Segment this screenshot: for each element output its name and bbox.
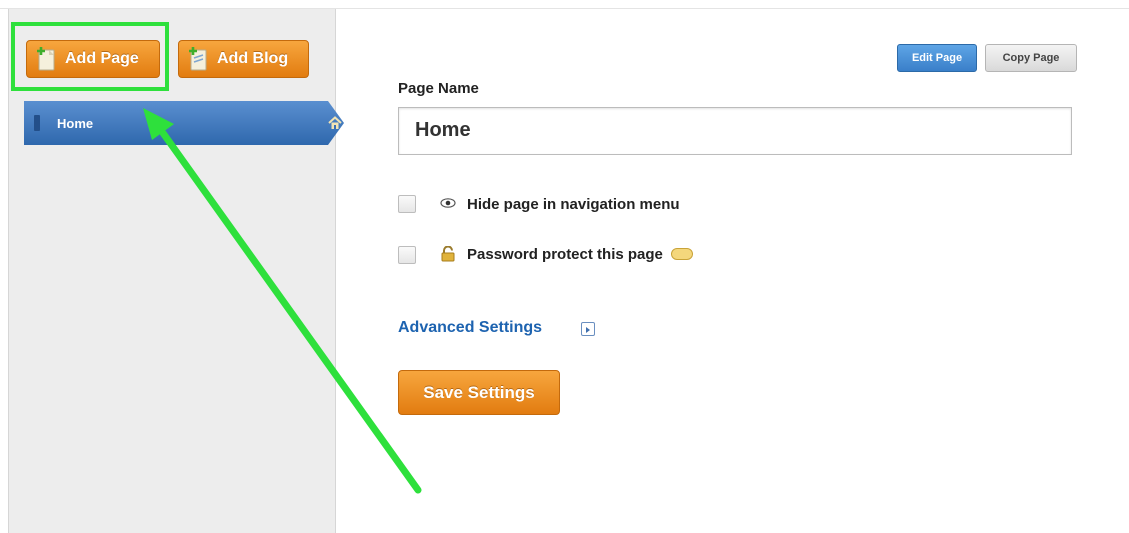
add-blog-button[interactable]: Add Blog: [178, 40, 309, 78]
password-protect-label: Password protect this page: [467, 246, 694, 264]
save-settings-button[interactable]: Save Settings: [398, 370, 560, 415]
expand-arrow-icon[interactable]: [581, 322, 595, 336]
lock-icon: [440, 245, 456, 267]
highlight-box: [11, 22, 169, 91]
sidebar-item-home[interactable]: Home: [24, 101, 344, 145]
copy-page-button[interactable]: Copy Page: [985, 44, 1077, 72]
eye-icon: [440, 196, 456, 215]
hide-page-checkbox[interactable]: [398, 195, 416, 213]
page-name-input[interactable]: Home: [398, 107, 1072, 155]
page-name-label: Page Name: [398, 80, 479, 97]
password-protect-checkbox[interactable]: [398, 246, 416, 264]
add-blog-label: Add Blog: [217, 50, 289, 67]
advanced-settings-link[interactable]: Advanced Settings: [398, 319, 542, 337]
pro-badge-icon: [671, 247, 694, 264]
add-blog-icon: [189, 46, 209, 72]
home-icon: [328, 116, 342, 135]
hide-page-label: Hide page in navigation menu: [467, 196, 680, 213]
drag-handle-icon[interactable]: [34, 115, 40, 131]
edit-page-button[interactable]: Edit Page: [897, 44, 977, 72]
password-protect-text: Password protect this page: [467, 246, 663, 263]
sidebar-item-label: Home: [57, 116, 94, 131]
